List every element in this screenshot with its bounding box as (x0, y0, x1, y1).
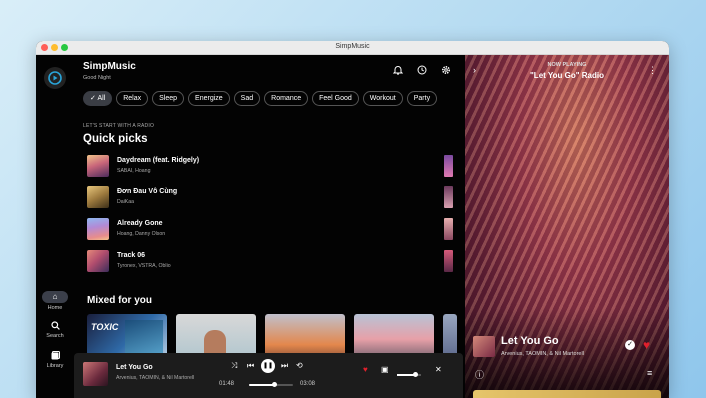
list-item[interactable]: Already Gone Hoang, Danny Olson (87, 218, 457, 242)
window-title: SimpMusic (335, 43, 370, 50)
sidebar-item-label: Search (46, 333, 64, 339)
repeat-icon[interactable]: ⟲ (296, 361, 303, 370)
app-name: SimpMusic (83, 61, 136, 72)
track-title: Already Gone (117, 220, 163, 227)
mix-card-label: TOXIC (91, 322, 119, 332)
now-playing-label: NOW PLAYING (547, 62, 587, 68)
list-item[interactable]: Đơn Đau Vô Cùng DaiKaa (87, 186, 457, 210)
track-artist: Hoang, Danny Olson (117, 231, 166, 237)
more-vert-icon[interactable]: ⋮ (648, 65, 657, 76)
chip-all[interactable]: ✓ All (83, 91, 113, 106)
progress-fill (249, 384, 275, 386)
next-card-preview (473, 390, 661, 398)
sidebar-item-library[interactable]: Library (36, 351, 74, 369)
app-window: SimpMusic ⌂ Home Search Library SimpMusi… (36, 41, 669, 398)
history-icon[interactable] (417, 65, 427, 75)
list-item[interactable]: Daydream (feat. Ridgely) SABAI, Hoang (87, 155, 457, 179)
greeting: Good Night (83, 75, 111, 81)
chip-workout[interactable]: Workout (362, 91, 403, 106)
app-logo-icon (48, 71, 62, 85)
track-title: Đơn Đau Vô Cùng (117, 188, 178, 195)
progress-slider[interactable] (249, 382, 293, 387)
track-thumbnail (444, 218, 453, 240)
track-thumbnail (444, 155, 453, 177)
nav-rail: ⌂ Home Search Library (36, 55, 74, 398)
progress-knob[interactable] (271, 382, 277, 387)
quick-picks-title: Quick picks (83, 133, 148, 145)
track-thumbnail (444, 186, 453, 208)
volume-slider[interactable] (397, 372, 421, 377)
heart-icon[interactable]: ♥ (363, 365, 368, 374)
now-playing-panel: › NOW PLAYING "Let You Go" Radio ⋮ Let Y… (465, 55, 669, 398)
sidebar-item-label: Home (47, 305, 63, 311)
now-playing-artist: Arvenius, TAOMIN, & Nil Martorell (501, 351, 584, 357)
volume-knob[interactable] (412, 372, 418, 377)
close-icon[interactable]: ✕ (435, 365, 442, 374)
track-title: Daydream (feat. Ridgely) (117, 157, 200, 164)
chip-sad[interactable]: Sad (233, 91, 261, 106)
library-icon (46, 351, 64, 361)
now-playing-playlist: "Let You Go" Radio (530, 71, 604, 80)
check-circle-icon[interactable]: ✓ (625, 340, 635, 350)
queue-icon[interactable]: ≡ (647, 368, 652, 378)
chip-label: All (97, 95, 106, 102)
sidebar-item-label: Library (46, 363, 64, 369)
track-title: Track 06 (117, 252, 146, 259)
mini-player: Let You Go Arvenius, TAOMIN, & Nil Marto… (74, 353, 463, 398)
app-body: ⌂ Home Search Library SimpMusic Good Nig… (36, 55, 669, 398)
speaker-icon[interactable]: ▣ (381, 365, 389, 374)
mood-chips: ✓ All Relax Sleep Energize Sad Romance F… (83, 91, 438, 106)
chip-party[interactable]: Party (406, 91, 438, 106)
home-icon: ⌂ (42, 291, 68, 303)
list-item[interactable]: Track 06 Tyronex, VSTRA, Oblio (87, 250, 457, 274)
pause-button[interactable]: ❚❚ (261, 359, 275, 373)
info-icon[interactable]: ⓘ (475, 368, 484, 381)
chip-romance[interactable]: Romance (264, 91, 309, 106)
track-artwork (87, 218, 109, 240)
chip-sleep[interactable]: Sleep (152, 91, 185, 106)
next-icon[interactable]: ⏭ (281, 361, 288, 371)
player-artwork[interactable] (83, 362, 108, 386)
title-bar: SimpMusic (36, 41, 669, 55)
track-thumbnail (444, 250, 453, 272)
previous-icon[interactable]: ⏮ (247, 361, 254, 371)
sidebar-item-home[interactable]: ⌂ Home (36, 291, 74, 311)
app-logo (44, 67, 66, 89)
chip-energize[interactable]: Energize (188, 91, 230, 106)
settings-gear-icon[interactable] (441, 65, 451, 75)
elapsed-time: 01:48 (219, 381, 235, 387)
now-playing-song: Let You Go (501, 335, 559, 347)
shuffle-icon[interactable]: ⤨ (231, 361, 237, 371)
track-artwork (87, 186, 109, 208)
now-playing-thumbnail (473, 336, 495, 357)
track-artist: DaiKaa (117, 199, 135, 205)
home-content: SimpMusic Good Night ✓ All Relax Sleep E… (74, 55, 463, 398)
duration-time: 03:08 (300, 381, 316, 387)
track-artist: Tyronex, VSTRA, Oblio (117, 263, 171, 269)
track-artwork (87, 155, 109, 177)
header-actions (392, 65, 451, 75)
notification-bell-icon[interactable] (392, 65, 404, 75)
track-artwork (87, 250, 109, 272)
quick-picks-caption: LET'S START WITH A RADIO (83, 123, 155, 129)
heart-icon[interactable]: ♥ (643, 338, 650, 352)
track-artist: SABAI, Hoang (117, 168, 151, 174)
search-icon (46, 321, 64, 331)
player-track-title: Let You Go (116, 364, 153, 371)
chip-feel-good[interactable]: Feel Good (312, 91, 359, 106)
chip-relax[interactable]: Relax (116, 91, 149, 106)
player-track-artist: Arvenius, TAOMIN, & Nil Martorell (116, 375, 195, 381)
mixed-for-you-title: Mixed for you (87, 295, 153, 306)
sidebar-item-search[interactable]: Search (36, 321, 74, 339)
